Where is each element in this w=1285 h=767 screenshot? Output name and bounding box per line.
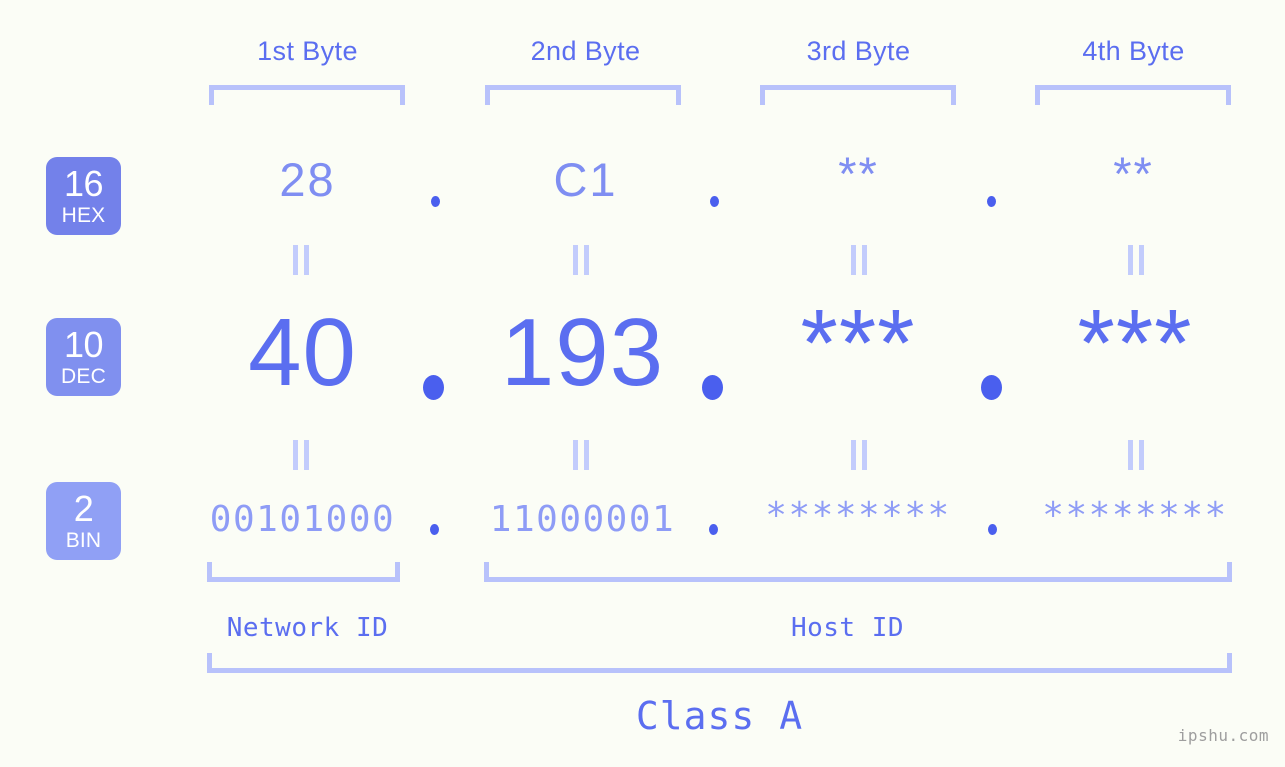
badge-hex: 16 HEX [46,157,121,235]
hex-octet-1: 28 [279,153,336,206]
byte-header-4: 4th Byte [1082,36,1185,66]
host-id-bracket [484,562,1232,582]
bin-octet-1: 00101000 [209,499,396,540]
equals-mark-dec-bin-4 [1127,440,1145,470]
equals-mark-hex-dec-2 [572,245,590,275]
bin-separator-3 [988,524,997,535]
dec-separator-3 [981,375,1002,400]
dec-octet-1: 40 [248,299,357,406]
equals-mark-dec-bin-1 [292,440,310,470]
host-id-label: Host ID [790,613,905,643]
equals-mark-hex-dec-3 [850,245,868,275]
dec-octet-2: 193 [500,299,665,406]
bin-separator-2 [709,524,718,535]
byte-header-1: 1st Byte [257,36,358,66]
hex-octet-3: ** [838,147,879,200]
badge-bin: 2 BIN [46,482,121,560]
bin-octet-3: ******** [765,495,951,536]
hex-octet-4: ** [1113,147,1154,200]
byte-header-3: 3rd Byte [806,36,911,66]
equals-mark-hex-dec-1 [292,245,310,275]
badge-bin-number: 2 [73,488,94,529]
hex-separator-1 [431,196,440,207]
dec-separator-2 [702,375,723,400]
badge-hex-system: HEX [61,204,106,227]
equals-mark-dec-bin-3 [850,440,868,470]
hex-separator-3 [987,196,996,207]
network-id-label: Network ID [226,613,389,643]
hex-separator-2 [710,196,719,207]
bin-octet-2: 11000001 [489,499,676,540]
equals-mark-hex-dec-4 [1127,245,1145,275]
equals-mark-dec-bin-2 [572,440,590,470]
class-label: Class A [635,694,804,738]
badge-dec-system: DEC [61,365,106,388]
ip-breakdown-diagram: 1st Byte 2nd Byte 3rd Byte 4th Byte 16 H… [0,0,1285,767]
dec-octet-3: *** [800,290,916,397]
site-watermark: ipshu.com [1177,726,1269,745]
dec-octet-4: *** [1077,290,1193,397]
byte-bracket-4 [1035,85,1231,105]
bin-octet-4: ******** [1042,495,1228,536]
class-bracket [207,653,1232,673]
badge-dec: 10 DEC [46,318,121,396]
byte-header-2: 2nd Byte [530,36,641,66]
byte-bracket-1 [209,85,405,105]
hex-octet-2: C1 [553,153,618,206]
byte-bracket-2 [485,85,681,105]
byte-bracket-3 [760,85,956,105]
bin-separator-1 [430,524,439,535]
network-id-bracket [207,562,400,582]
badge-hex-number: 16 [63,163,104,204]
dec-separator-1 [423,375,444,400]
badge-bin-system: BIN [65,529,102,552]
badge-dec-number: 10 [63,324,104,365]
